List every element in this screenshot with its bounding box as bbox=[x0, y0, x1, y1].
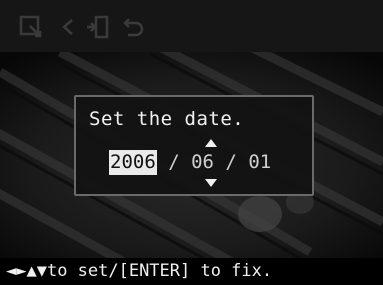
date-separator: / bbox=[156, 151, 192, 173]
toolbar bbox=[0, 0, 383, 52]
date-separator: / bbox=[213, 151, 249, 173]
date-fields: 2006 / 06 / 01 bbox=[109, 150, 271, 175]
left-arrow-icon bbox=[60, 14, 76, 40]
day-field[interactable]: 01 bbox=[248, 151, 271, 173]
increment-arrow-icon[interactable] bbox=[205, 139, 217, 147]
instruction-text: ◄►▲▼to set/[ENTER] to fix. bbox=[6, 261, 272, 281]
rotate-icon bbox=[84, 14, 110, 40]
dialog-title: Set the date. bbox=[89, 108, 245, 130]
instruction-bar: ◄►▲▼to set/[ENTER] to fix. bbox=[0, 258, 383, 285]
decrement-arrow-icon[interactable] bbox=[205, 179, 217, 187]
instruction-label: to set/[ENTER] to fix. bbox=[46, 261, 273, 281]
month-field[interactable]: 06 bbox=[191, 151, 214, 173]
undo-icon bbox=[120, 14, 146, 40]
date-dialog: Set the date. 2006 / 06 / 01 bbox=[74, 95, 314, 196]
year-field[interactable]: 2006 bbox=[109, 150, 157, 175]
direction-arrows-icon: ◄►▲▼ bbox=[6, 261, 47, 281]
zoom-icon bbox=[18, 14, 44, 40]
